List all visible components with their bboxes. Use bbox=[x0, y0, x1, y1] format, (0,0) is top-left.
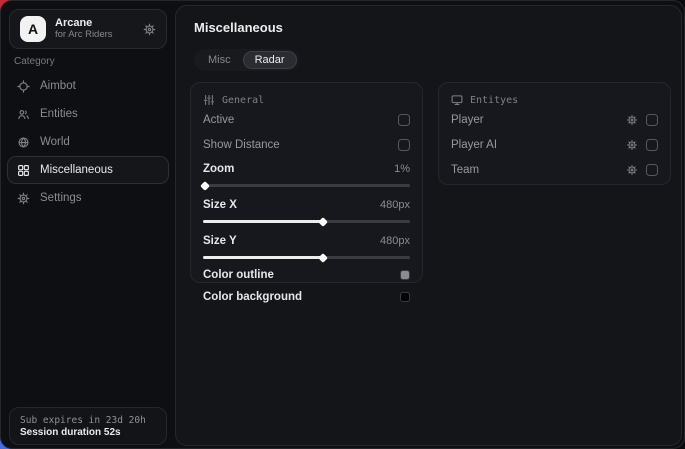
session-duration-text: Session duration 52s bbox=[20, 427, 156, 438]
sub-expires-text: Sub expires in 23d 20h bbox=[20, 415, 156, 426]
gear-icon bbox=[17, 192, 30, 205]
entity-label: Team bbox=[451, 164, 479, 176]
subscription-card: Sub expires in 23d 20h Session duration … bbox=[9, 407, 167, 445]
size-x-slider[interactable] bbox=[203, 220, 410, 223]
monitor-icon bbox=[451, 94, 463, 106]
gear-icon[interactable] bbox=[626, 139, 638, 151]
app-subtitle: for Arc Riders bbox=[55, 30, 134, 41]
toggle-label: Active bbox=[203, 114, 234, 126]
sidebar-item-world[interactable]: World bbox=[7, 128, 169, 156]
app-logo: A bbox=[20, 16, 46, 42]
tab-misc[interactable]: Misc bbox=[196, 51, 243, 69]
logo-card: A Arcane for Arc Riders bbox=[9, 9, 167, 49]
sidebar-item-settings[interactable]: Settings bbox=[7, 184, 169, 212]
zoom-slider[interactable] bbox=[203, 184, 410, 187]
slider-value-size-y: 480px bbox=[380, 235, 410, 247]
page-title: Miscellaneous bbox=[194, 20, 283, 35]
toggle-row-active: Active bbox=[203, 109, 410, 131]
gear-icon[interactable] bbox=[143, 23, 156, 36]
app-title: Arcane bbox=[55, 17, 134, 30]
sidebar-nav: Aimbot Entities World bbox=[7, 72, 169, 212]
sidebar-item-label: Miscellaneous bbox=[40, 164, 113, 176]
app-window: A Arcane for Arc Riders Category bbox=[0, 0, 685, 449]
sidebar-item-label: Settings bbox=[40, 192, 82, 204]
slider-label-zoom: Zoom bbox=[203, 163, 234, 175]
tab-bar: Misc Radar bbox=[194, 49, 299, 71]
color-outline-row: Color outline bbox=[203, 265, 410, 284]
entity-row-team: Team bbox=[451, 159, 658, 181]
entity-label: Player bbox=[451, 114, 484, 126]
team-checkbox[interactable] bbox=[646, 164, 658, 176]
slider-value-zoom: 1% bbox=[394, 163, 410, 175]
general-card: General Active Show Distance Zoom 1% Siz… bbox=[190, 82, 423, 283]
toggle-row-show-distance: Show Distance bbox=[203, 134, 410, 156]
sidebar-item-label: Aimbot bbox=[40, 80, 76, 92]
sidebar-item-entities[interactable]: Entities bbox=[7, 100, 169, 128]
entity-row-player-ai: Player AI bbox=[451, 134, 658, 156]
crosshair-icon bbox=[17, 80, 30, 93]
slider-label-size-y: Size Y bbox=[203, 235, 237, 247]
color-label: Color outline bbox=[203, 269, 274, 281]
sidebar-item-miscellaneous[interactable]: Miscellaneous bbox=[7, 156, 169, 184]
sidebar-item-label: World bbox=[40, 136, 70, 148]
gear-icon[interactable] bbox=[626, 164, 638, 176]
slider-thumb[interactable] bbox=[318, 217, 328, 227]
entity-row-player: Player bbox=[451, 109, 658, 131]
active-checkbox[interactable] bbox=[398, 114, 410, 126]
toggle-label: Show Distance bbox=[203, 139, 280, 151]
player-ai-checkbox[interactable] bbox=[646, 139, 658, 151]
color-background-swatch[interactable] bbox=[400, 292, 410, 302]
slider-value-size-x: 480px bbox=[380, 199, 410, 211]
gear-icon[interactable] bbox=[626, 114, 638, 126]
color-background-row: Color background bbox=[203, 287, 410, 306]
category-label: Category bbox=[14, 56, 55, 67]
color-outline-swatch[interactable] bbox=[400, 270, 410, 280]
color-label: Color background bbox=[203, 291, 302, 303]
slider-thumb[interactable] bbox=[318, 253, 328, 263]
tab-radar[interactable]: Radar bbox=[243, 51, 297, 69]
users-icon bbox=[17, 108, 30, 121]
show-distance-checkbox[interactable] bbox=[398, 139, 410, 151]
sliders-icon bbox=[203, 94, 215, 106]
size-y-slider[interactable] bbox=[203, 256, 410, 259]
entities-card: Entityes Player Player AI bbox=[438, 82, 671, 185]
grid-icon bbox=[17, 164, 30, 177]
entity-label: Player AI bbox=[451, 139, 497, 151]
sidebar-item-aimbot[interactable]: Aimbot bbox=[7, 72, 169, 100]
card-title: Entityes bbox=[470, 95, 518, 106]
main-panel: Miscellaneous Misc Radar General Active bbox=[175, 5, 682, 446]
slider-label-size-x: Size X bbox=[203, 199, 237, 211]
sidebar: A Arcane for Arc Riders Category bbox=[1, 1, 175, 448]
sidebar-item-label: Entities bbox=[40, 108, 78, 120]
player-checkbox[interactable] bbox=[646, 114, 658, 126]
slider-thumb[interactable] bbox=[200, 181, 210, 191]
card-title: General bbox=[222, 95, 264, 106]
globe-icon bbox=[17, 136, 30, 149]
